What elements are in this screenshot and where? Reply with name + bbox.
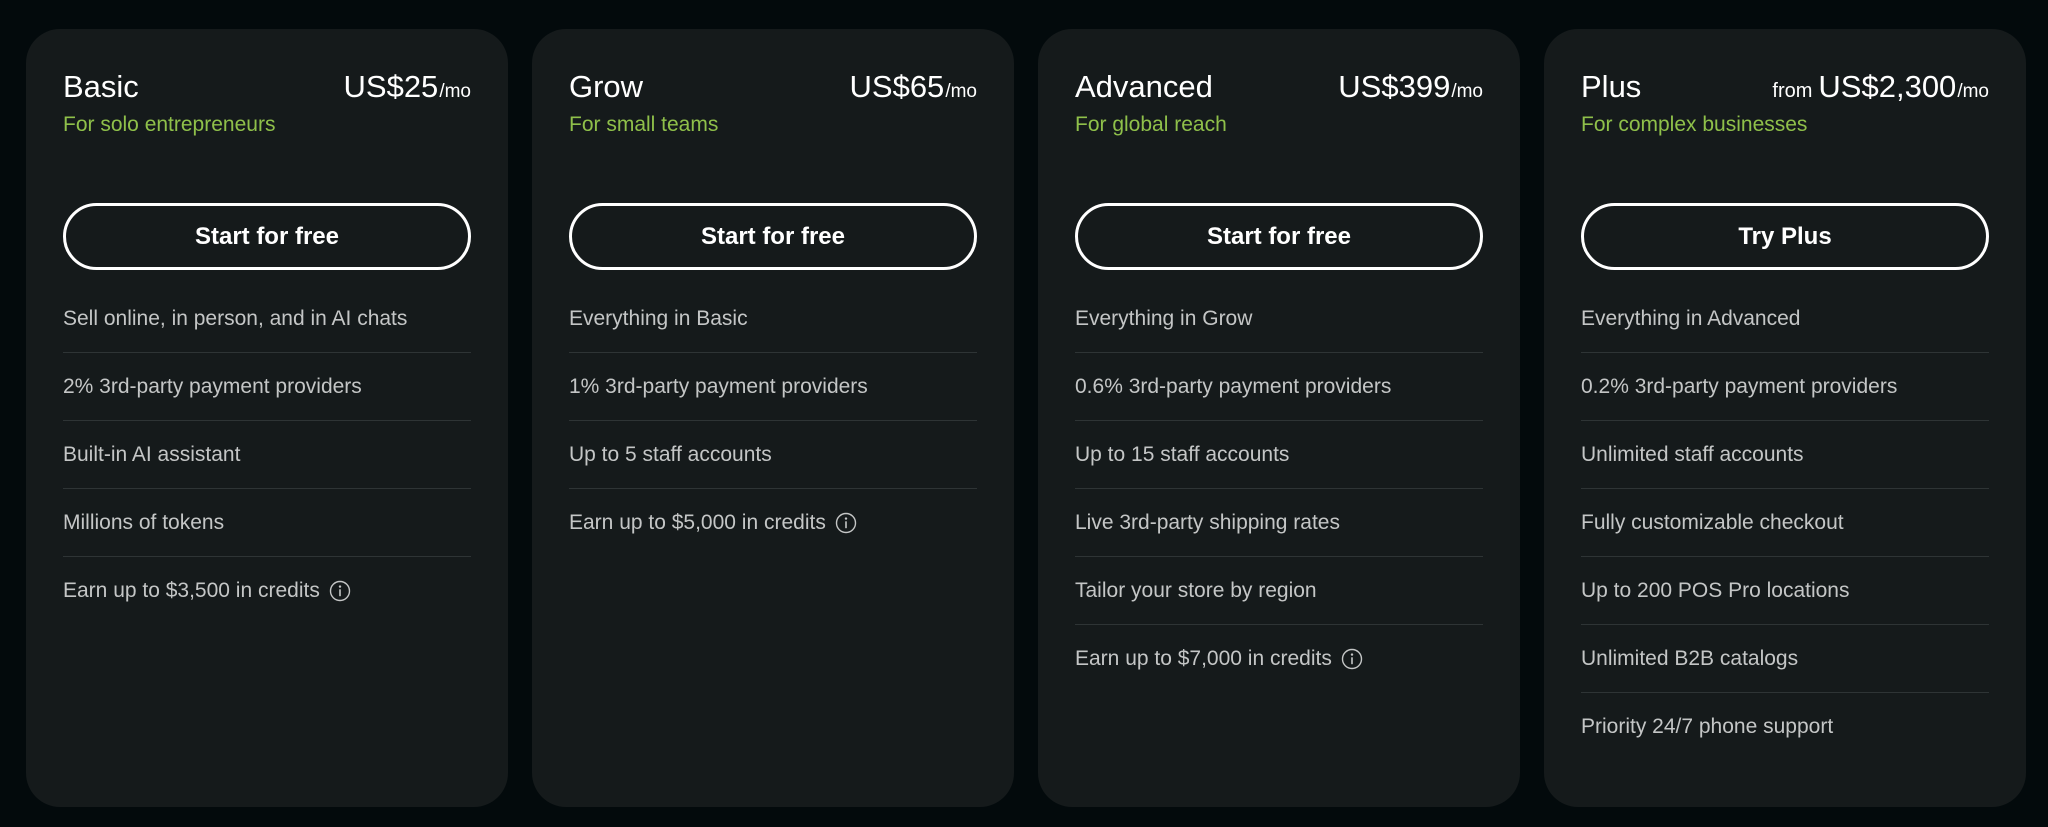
info-icon[interactable] [835, 512, 857, 534]
feature-text: Earn up to $5,000 in credits [569, 511, 826, 534]
feature-item: 1% 3rd-party payment providers [569, 353, 977, 421]
price-period: /mo [439, 81, 471, 102]
feature-text: Earn up to $7,000 in credits [1075, 647, 1332, 670]
feature-item: Tailor your store by region [1075, 557, 1483, 625]
feature-text: Fully customizable checkout [1581, 510, 1844, 534]
feature-item: Sell online, in person, and in AI chats [63, 285, 471, 353]
plan-tagline: For small teams [569, 113, 719, 136]
feature-text: Earn up to $3,500 in credits [63, 579, 320, 602]
feature-list: Everything in Basic 1% 3rd-party payment … [569, 285, 977, 557]
feature-text: Everything in Grow [1075, 306, 1253, 330]
feature-item: Priority 24/7 phone support [1581, 693, 1989, 761]
feature-item: Earn up to $5,000 in credits [569, 489, 977, 557]
info-icon[interactable] [329, 580, 351, 602]
feature-item: Up to 5 staff accounts [569, 421, 977, 489]
plan-name: Advanced [1075, 69, 1213, 104]
feature-text: Up to 15 staff accounts [1075, 442, 1290, 466]
feature-text: Tailor your store by region [1075, 578, 1317, 602]
plan-price: US$399/mo [1338, 65, 1483, 109]
price-amount: US$2,300 [1818, 69, 1957, 104]
feature-text: Priority 24/7 phone support [1581, 715, 1834, 738]
feature-list: Sell online, in person, and in AI chats 2… [63, 285, 471, 625]
plan-card-basic: Basic US$25/mo For solo entrepreneurs Start… [26, 29, 508, 807]
feature-text: Millions of tokens [63, 510, 225, 534]
plan-card-grow: Grow US$65/mo For small teams Start for fre… [532, 29, 1014, 807]
price-period: /mo [945, 81, 977, 102]
feature-item: 0.2% 3rd-party payment providers [1581, 353, 1989, 421]
feature-text: Built-in AI assistant [63, 442, 241, 466]
feature-item: 2% 3rd-party payment providers [63, 353, 471, 421]
plan-name: Grow [569, 69, 644, 104]
feature-item: Unlimited B2B catalogs [1581, 625, 1989, 693]
feature-text: Unlimited staff accounts [1581, 442, 1804, 466]
price-period: /mo [1957, 81, 1989, 102]
feature-item: Fully customizable checkout [1581, 489, 1989, 557]
plan-tagline: For complex businesses [1581, 113, 1808, 136]
feature-text: Everything in Advanced [1581, 306, 1801, 330]
price-prefix: from [1772, 80, 1813, 102]
price-amount: US$25 [343, 69, 439, 104]
plan-header: Grow US$65/mo [569, 65, 977, 109]
feature-item: Built-in AI assistant [63, 421, 471, 489]
plan-tagline: For global reach [1075, 113, 1227, 136]
plan-price: from US$2,300/mo [1772, 65, 1989, 109]
plan-header: Basic US$25/mo [63, 65, 471, 109]
feature-item: Unlimited staff accounts [1581, 421, 1989, 489]
price-amount: US$399 [1338, 69, 1451, 104]
plan-card-plus: Plus from US$2,300/mo For complex businesse… [1544, 29, 2026, 807]
feature-item: Earn up to $7,000 in credits [1075, 625, 1483, 693]
feature-item: Everything in Advanced [1581, 285, 1989, 353]
feature-item: Up to 200 POS Pro locations [1581, 557, 1989, 625]
plan-price: US$25/mo [344, 65, 471, 109]
feature-text: Up to 5 staff accounts [569, 442, 772, 466]
feature-item: Earn up to $3,500 in credits [63, 557, 471, 625]
feature-item: Everything in Grow [1075, 285, 1483, 353]
feature-list: Everything in Grow 0.6% 3rd-party payment… [1075, 285, 1483, 693]
feature-text: Live 3rd-party shipping rates [1075, 510, 1340, 534]
plan-name: Plus [1581, 69, 1642, 104]
plan-card-advanced: Advanced US$399/mo For global reach Start f… [1038, 29, 1520, 807]
feature-text: 2% 3rd-party payment providers [63, 374, 362, 398]
plan-cta-button[interactable]: Try Plus [1581, 203, 1989, 270]
feature-text: Up to 200 POS Pro locations [1581, 578, 1850, 602]
price-amount: US$65 [849, 69, 945, 104]
feature-text: 0.2% 3rd-party payment providers [1581, 374, 1898, 398]
plan-cta-button[interactable]: Start for free [1075, 203, 1483, 270]
feature-list: Everything in Advanced 0.2% 3rd-party pay… [1581, 285, 1989, 761]
feature-item: Up to 15 staff accounts [1075, 421, 1483, 489]
plan-cta-button[interactable]: Start for free [63, 203, 471, 270]
price-period: /mo [1451, 81, 1483, 102]
feature-item: Millions of tokens [63, 489, 471, 557]
feature-text: 1% 3rd-party payment providers [569, 374, 868, 398]
feature-item: Live 3rd-party shipping rates [1075, 489, 1483, 557]
pricing-plans: Basic US$25/mo For solo entrepreneurs Start… [26, 29, 2026, 807]
feature-text: Everything in Basic [569, 306, 748, 330]
feature-item: 0.6% 3rd-party payment providers [1075, 353, 1483, 421]
plan-name: Basic [63, 69, 139, 104]
feature-text: 0.6% 3rd-party payment providers [1075, 374, 1392, 398]
feature-item: Everything in Basic [569, 285, 977, 353]
plan-cta-button[interactable]: Start for free [569, 203, 977, 270]
feature-text: Sell online, in person, and in AI chats [63, 306, 408, 330]
plan-header: Advanced US$399/mo [1075, 65, 1483, 109]
plan-price: US$65/mo [850, 65, 977, 109]
feature-text: Unlimited B2B catalogs [1581, 646, 1799, 670]
plan-tagline: For solo entrepreneurs [63, 113, 276, 136]
info-icon[interactable] [1341, 648, 1363, 670]
plan-header: Plus from US$2,300/mo [1581, 65, 1989, 109]
